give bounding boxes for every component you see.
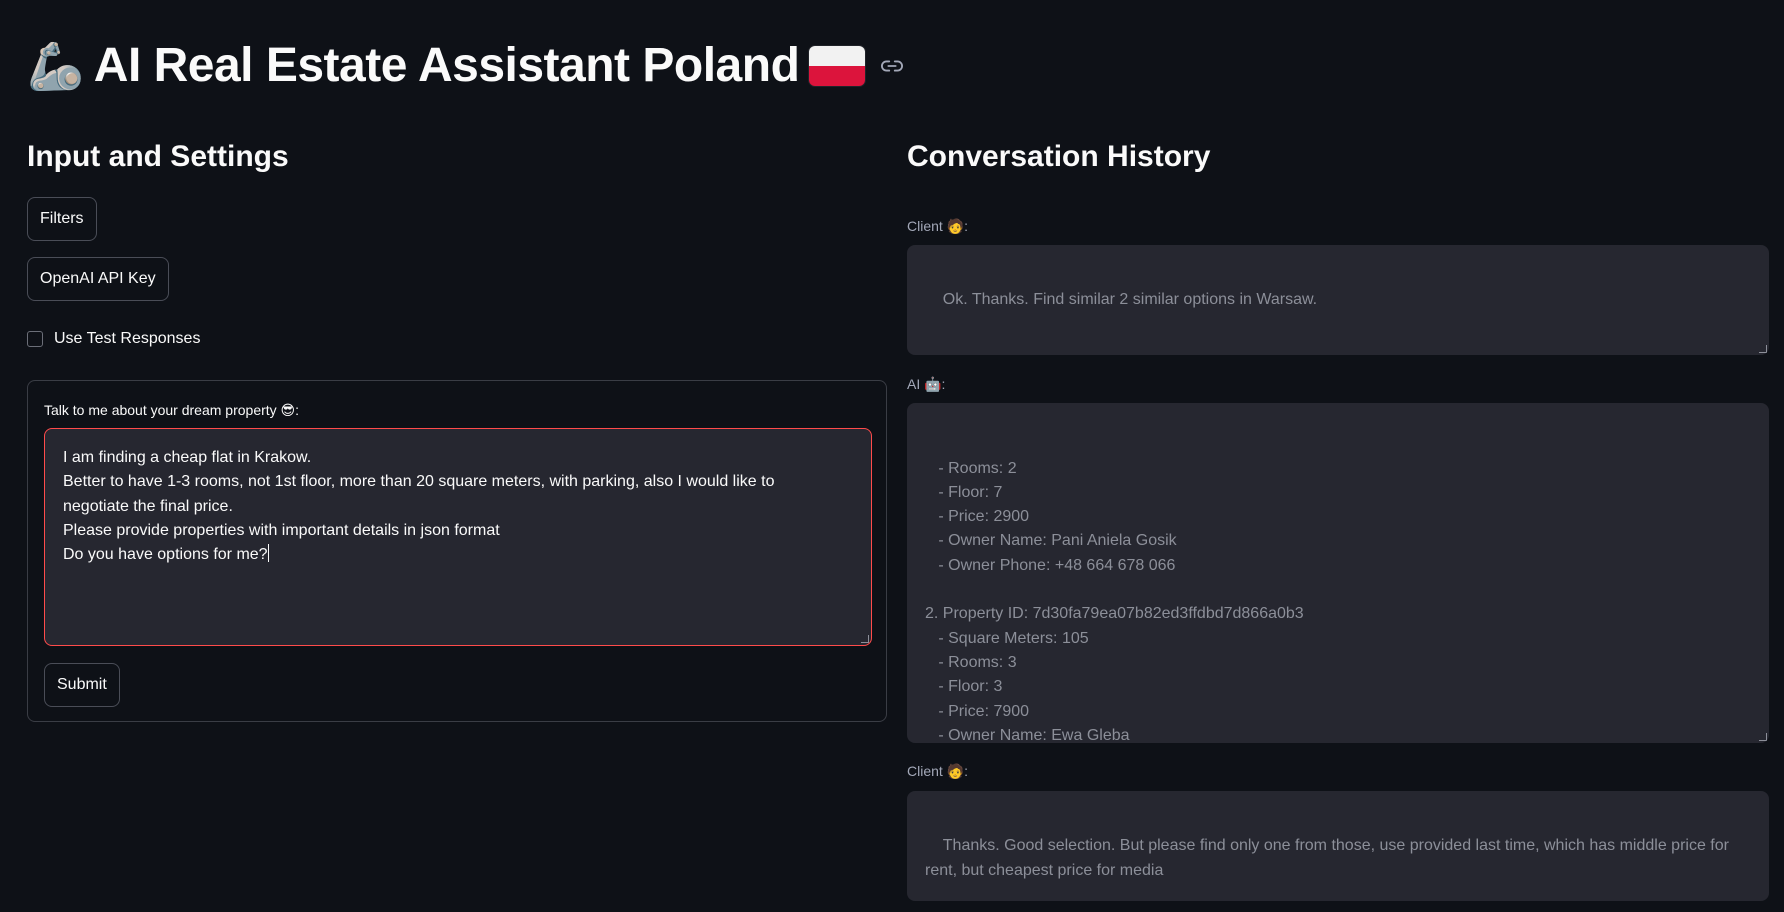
input-settings-column: Input and Settings Filters OpenAI API Ke… [27,140,889,722]
resize-handle-icon[interactable] [1759,345,1767,353]
ai-message-label: AI 🤖: [907,376,946,392]
input-settings-heading: Input and Settings [27,140,289,173]
resize-handle-icon[interactable] [861,635,869,643]
client-message-text: Thanks. Good selection. But please find … [925,837,1729,879]
page-title: 🦾 AI Real Estate Assistant Poland [27,38,904,93]
page-title-text: AI Real Estate Assistant Poland [93,39,800,92]
use-test-responses-label: Use Test Responses [54,330,201,347]
property-query-form: Talk to me about your dream property 😎: … [27,380,887,722]
query-input-label: Talk to me about your dream property 😎: [44,402,300,418]
ai-message-textarea[interactable]: - Rooms: 2 - Floor: 7 - Price: 2900 - Ow… [907,403,1769,743]
link-icon[interactable] [881,55,904,77]
use-test-responses-checkbox[interactable] [27,331,43,347]
poland-flag-icon [809,45,866,86]
client-message-text: Ok. Thanks. Find similar 2 similar optio… [942,291,1318,309]
openai-api-key-button[interactable]: OpenAI API Key [27,257,169,301]
submit-button[interactable]: Submit [44,663,120,707]
client-message-label: Client 🧑: [907,218,969,234]
filters-button[interactable]: Filters [27,197,97,241]
conversation-history-heading: Conversation History [907,140,1211,173]
resize-handle-icon[interactable] [1759,733,1767,741]
query-textarea-value: I am finding a cheap flat in Krakow. Bet… [63,449,775,564]
query-textarea[interactable]: I am finding a cheap flat in Krakow. Bet… [44,428,872,646]
flexed-arm-icon: 🦾 [27,39,84,92]
ai-message-text: - Rooms: 2 - Floor: 7 - Price: 2900 - Ow… [925,459,1304,743]
conversation-history-column: Conversation History Client 🧑: Ok. Thank… [907,140,1769,901]
use-test-responses-toggle[interactable]: Use Test Responses [27,330,200,348]
client-message-label: Client 🧑: [907,763,969,779]
text-caret [267,544,269,563]
client-message-textarea[interactable]: Ok. Thanks. Find similar 2 similar optio… [907,245,1769,355]
client-message-textarea[interactable]: Thanks. Good selection. But please find … [907,791,1769,901]
